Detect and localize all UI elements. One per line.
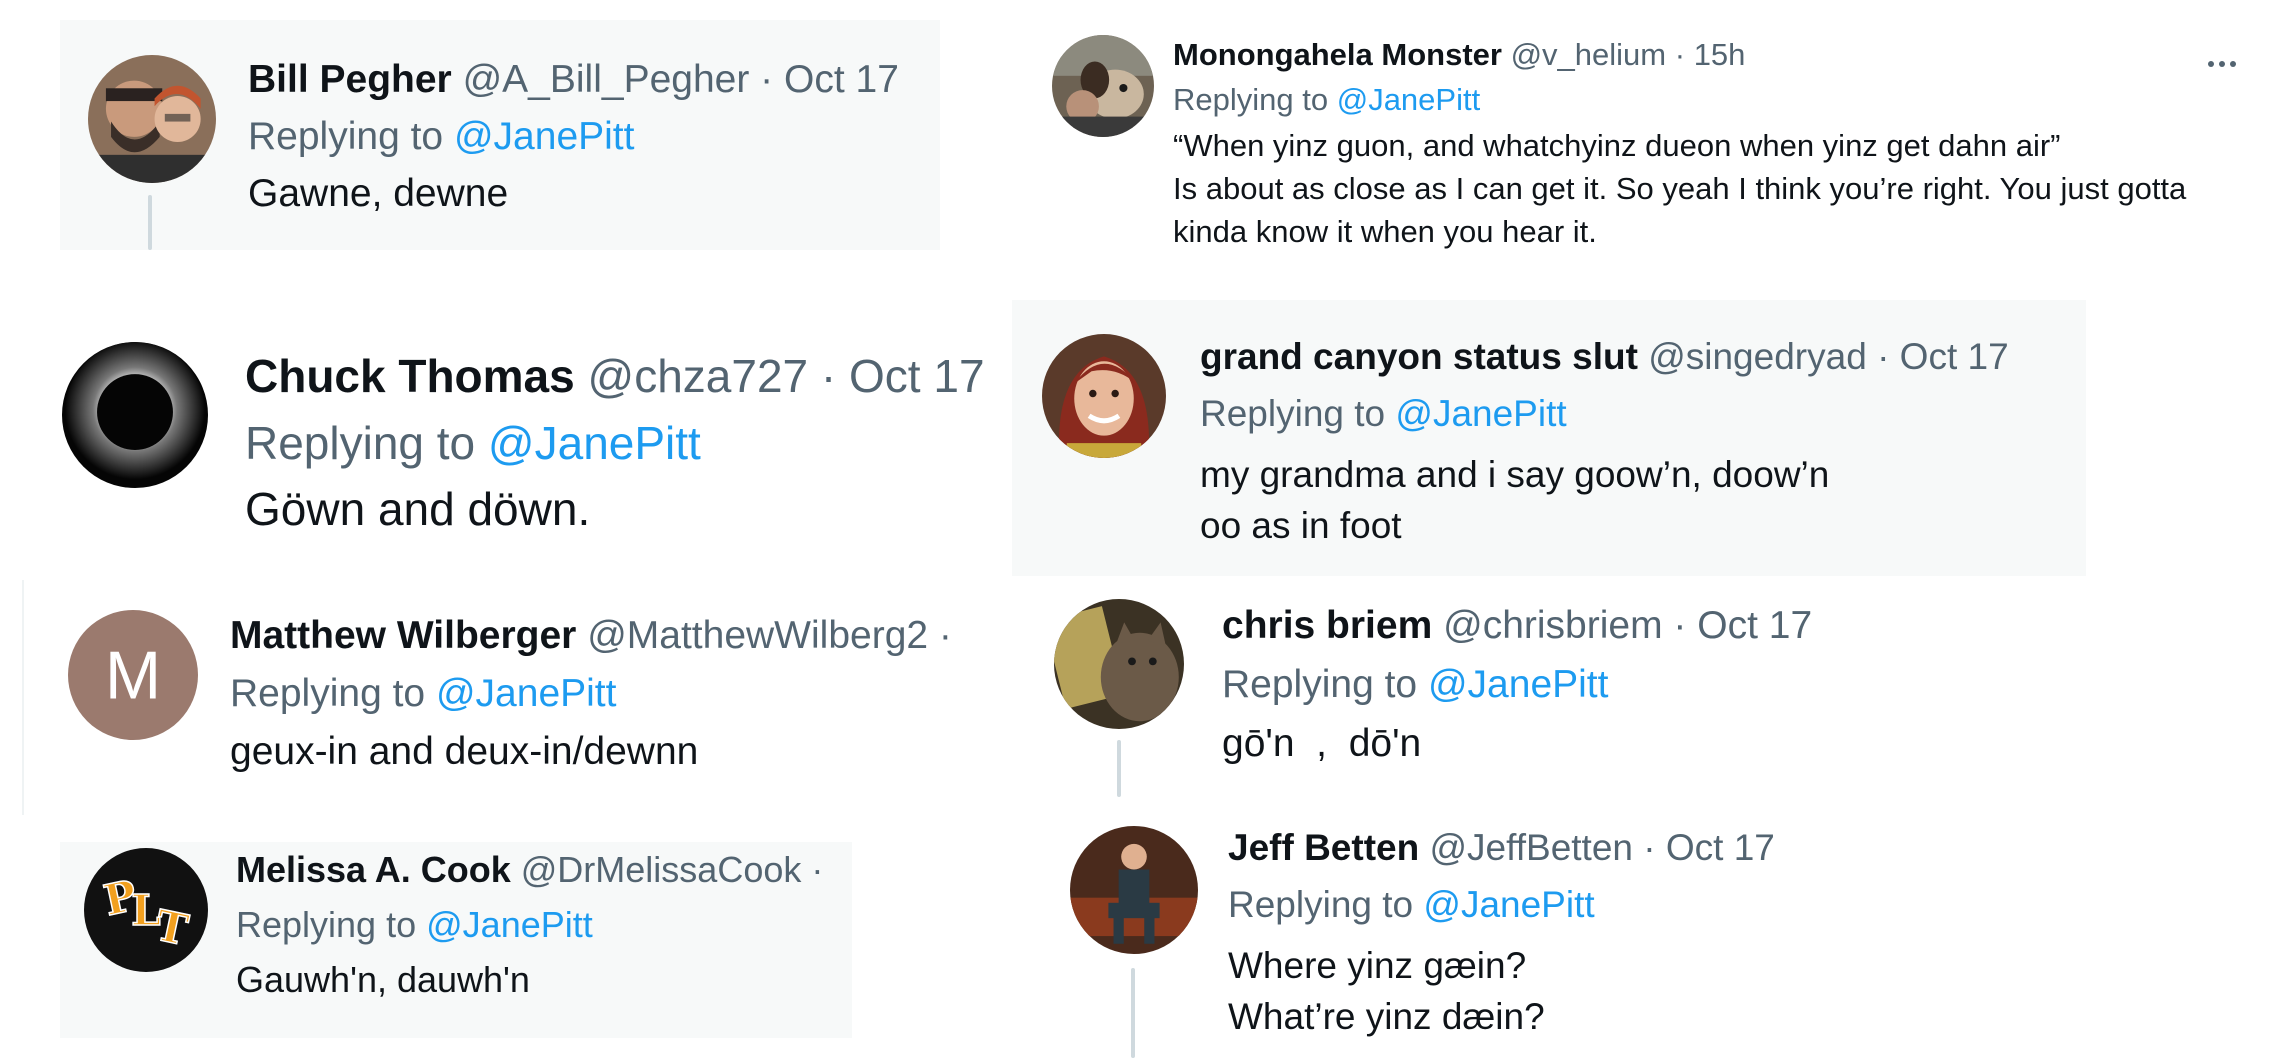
separator-dot: · xyxy=(760,58,774,101)
tweet-text-line: Is about as close as I can get it. So ye… xyxy=(1173,170,2187,206)
mention-link[interactable]: @JanePitt xyxy=(1428,663,1609,706)
tweet-text-line: Where yinz gæin? xyxy=(1228,944,1527,986)
letter-avatar[interactable]: M xyxy=(68,610,198,740)
tweet-text: geux-in and deux-in/dewnn xyxy=(230,729,699,773)
person-avatar-icon[interactable] xyxy=(88,55,216,183)
author-name[interactable]: Chuck Thomas xyxy=(245,350,575,402)
dog-avatar-icon[interactable] xyxy=(1052,35,1154,137)
tweet-text: Gawne, dewne xyxy=(248,171,509,215)
author-handle[interactable]: @chrisbriem xyxy=(1443,604,1662,647)
replying-to-label: Replying to xyxy=(245,416,476,469)
tweet-card-melissa[interactable]: P L T Melissa A. Cook @DrMelissaCook · R… xyxy=(60,842,852,1038)
avatar-letter: M xyxy=(105,638,161,713)
timestamp[interactable]: Oct 17 xyxy=(1666,827,1775,868)
tweet-card-bill[interactable]: Bill Pegher @A_Bill_Pegher · Oct 17 Repl… xyxy=(60,20,940,250)
author-name[interactable]: grand canyon status slut xyxy=(1200,336,1638,377)
mention-link[interactable]: @JanePitt xyxy=(1337,82,1480,117)
timestamp[interactable]: Oct 17 xyxy=(1900,336,2009,377)
replying-to-label: Replying to xyxy=(1228,884,1414,926)
tweet-text: Gauwh'n, dauwh'n xyxy=(236,959,530,1000)
tweet-card-matthew[interactable]: M Matthew Wilberger @MatthewWilberg2 · R… xyxy=(22,580,984,815)
separator-dot: · xyxy=(938,614,952,657)
timestamp[interactable]: Oct 17 xyxy=(1697,604,1812,647)
plt-logo-avatar-icon[interactable]: P L T xyxy=(84,848,208,972)
mention-link[interactable]: @JanePitt xyxy=(454,115,635,158)
thread-line xyxy=(148,195,152,250)
tweet-card-monongahela[interactable]: Monongahela Monster @v_helium · 15h Repl… xyxy=(1040,20,2260,270)
woman-avatar-icon[interactable] xyxy=(1042,334,1166,458)
author-name[interactable]: Jeff Betten xyxy=(1228,827,1419,868)
tweet-text-line: kinda know it when you hear it. xyxy=(1173,214,1597,250)
thread-line xyxy=(1117,740,1121,797)
tweet-text-line: “When yinz guon, and whatchyinz dueon wh… xyxy=(1173,127,2061,163)
author-name[interactable]: Monongahela Monster xyxy=(1173,37,1502,72)
timestamp[interactable]: Oct 17 xyxy=(849,350,985,402)
timestamp[interactable]: 15h xyxy=(1694,37,1746,72)
seated-man-avatar-icon[interactable] xyxy=(1070,826,1198,954)
separator-dot: · xyxy=(1643,827,1656,868)
author-handle[interactable]: @MatthewWilberg2 xyxy=(587,614,928,657)
more-options-icon[interactable] xyxy=(2208,54,2236,72)
tweet-text-line: oo as in foot xyxy=(1200,505,1402,547)
author-handle[interactable]: @v_helium xyxy=(1511,37,1667,72)
thread-line xyxy=(1131,968,1135,1058)
author-name[interactable]: Bill Pegher xyxy=(248,58,452,101)
tweet-text: my grandma and i say goow’n, doow’n oo a… xyxy=(1200,449,2009,553)
author-name[interactable]: Matthew Wilberger xyxy=(230,614,576,657)
replying-to-label: Replying to xyxy=(1173,81,1329,117)
replying-to-label: Replying to xyxy=(236,904,417,945)
eclipse-avatar-icon[interactable] xyxy=(62,342,208,488)
tweet-text: Göwn and döwn. xyxy=(245,483,591,535)
tweet-card-chris[interactable]: chris briem @chrisbriem · Oct 17 Replyin… xyxy=(1034,572,2134,797)
separator-dot: · xyxy=(1674,37,1686,72)
separator-dot: · xyxy=(1673,604,1687,647)
author-handle[interactable]: @DrMelissaCook xyxy=(521,849,802,890)
author-handle[interactable]: @A_Bill_Pegher xyxy=(463,58,750,101)
tweet-text: “When yinz guon, and whatchyinz dueon wh… xyxy=(1173,124,2186,254)
author-handle[interactable]: @chza727 xyxy=(588,350,809,402)
separator-dot: · xyxy=(1877,336,1890,377)
replying-to-label: Replying to xyxy=(230,671,426,715)
tweet-card-jeff[interactable]: Jeff Betten @JeffBetten · Oct 17 Replyin… xyxy=(1060,810,2160,1058)
timestamp[interactable]: Oct 17 xyxy=(784,58,899,101)
author-name[interactable]: chris briem xyxy=(1222,604,1432,647)
replying-to-label: Replying to xyxy=(248,114,444,158)
tweet-text: Where yinz gæin? What’re yinz dæin? xyxy=(1228,940,1775,1044)
mention-link[interactable]: @JanePitt xyxy=(426,904,593,945)
tweet-text-line: What’re yinz dæin? xyxy=(1228,996,1545,1038)
separator-dot: · xyxy=(820,350,837,402)
replying-to-label: Replying to xyxy=(1200,393,1386,435)
mention-link[interactable]: @JanePitt xyxy=(1395,393,1566,434)
tweet-text-line: my grandma and i say goow’n, doow’n xyxy=(1200,453,1830,495)
tweet-card-chuck[interactable]: Chuck Thomas @chza727 · Oct 17 Replying … xyxy=(60,320,1000,550)
cat-avatar-icon[interactable] xyxy=(1054,599,1184,729)
tweet-card-grandcanyon[interactable]: grand canyon status slut @singedryad · O… xyxy=(1012,300,2086,576)
author-handle[interactable]: @JeffBetten xyxy=(1429,827,1633,868)
mention-link[interactable]: @JanePitt xyxy=(1423,884,1594,925)
mention-link[interactable]: @JanePitt xyxy=(488,417,701,469)
author-handle[interactable]: @singedryad xyxy=(1648,336,1867,377)
author-name[interactable]: Melissa A. Cook xyxy=(236,849,511,890)
separator-dot: · xyxy=(811,849,824,890)
mention-link[interactable]: @JanePitt xyxy=(436,672,617,715)
tweet-text: gō'n , dō'n xyxy=(1222,721,1422,765)
replying-to-label: Replying to xyxy=(1222,662,1418,706)
